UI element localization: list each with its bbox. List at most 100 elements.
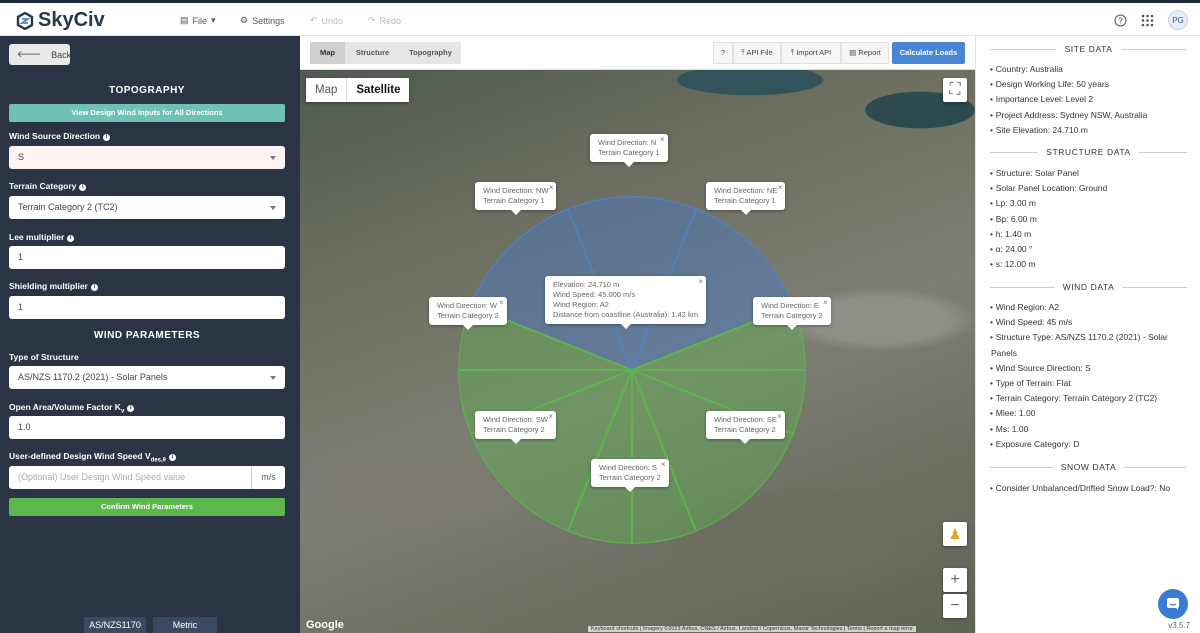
info-icon[interactable]: i	[103, 134, 111, 141]
user-avatar[interactable]: PG	[1168, 10, 1188, 30]
info-icon[interactable]: i	[79, 184, 87, 191]
pegman-icon[interactable]: ♟	[943, 522, 967, 546]
map-type-satellite[interactable]: Satellite	[346, 78, 409, 102]
list-item: Structure Type: AS/NZS 1170.2 (2021) - S…	[990, 330, 1190, 360]
confirm-wind-parameters-button[interactable]: Confirm Wind Parameters	[9, 498, 285, 516]
back-button[interactable]: 🡐 Back	[9, 44, 71, 65]
import-api-button[interactable]: ⤒ Import API	[781, 42, 841, 64]
list-item: Terrain Category: Terrain Category 2 (TC…	[990, 391, 1190, 406]
infowin-se[interactable]: × Wind Direction: SE Terrain Category 2	[706, 411, 785, 444]
left-panel: 🡐 Back TOPOGRAPHY View Design Wind Input…	[0, 36, 300, 633]
tab-topography[interactable]: Topography	[400, 42, 461, 64]
infowin-s[interactable]: × Wind Direction: S Terrain Category 2	[591, 459, 669, 492]
google-logo: Google	[306, 619, 344, 631]
map-attribution[interactable]: Keyboard shortcuts | Imagery ©2023 Airbu…	[588, 626, 916, 632]
list-item: Project Address: Sydney NSW, Australia	[990, 108, 1190, 123]
close-icon[interactable]: ×	[661, 460, 666, 470]
undo-button[interactable]: ↶ Undo	[310, 15, 343, 26]
fullscreen-icon[interactable]: ⛶	[943, 78, 967, 102]
list-item: Wind Region: A2	[990, 300, 1190, 315]
report-button[interactable]: ▤ Report	[841, 42, 889, 64]
close-icon[interactable]: ×	[698, 277, 703, 287]
chat-button[interactable]	[1158, 589, 1188, 619]
infowin-nw[interactable]: × Wind Direction: NW Terrain Category 1	[475, 182, 557, 215]
infowin-w[interactable]: × Wind Direction: W Terrain Category 2	[429, 297, 507, 330]
terrain-category-select[interactable]: Terrain Category 2 (TC2)	[9, 196, 285, 219]
info-icon[interactable]: i	[127, 405, 135, 412]
structure-type-select[interactable]: AS/NZS 1170.2 (2021) - Solar Panels	[9, 366, 285, 389]
list-item: Type of Terrain: Flat	[990, 376, 1190, 391]
close-icon[interactable]: ×	[499, 298, 504, 308]
infowin-center[interactable]: × Elevation: 24.710 m Wind Speed: 45.000 m…	[545, 276, 707, 329]
units-tab[interactable]: Metric	[153, 617, 217, 633]
site-data-title: SITE DATA	[976, 44, 1200, 54]
info-icon[interactable]: i	[90, 284, 98, 291]
wind-parameters-title: WIND PARAMETERS	[93, 330, 201, 341]
document-icon: ▤	[849, 48, 859, 57]
redo-button[interactable]: ↷ Redo	[368, 15, 401, 26]
list-item: Bp: 6.00 m	[990, 212, 1190, 227]
settings-label: Settings	[252, 15, 285, 26]
skyciv-logo[interactable]: SkyCiv	[16, 9, 105, 32]
list-item: Ms: 1.00	[990, 422, 1190, 437]
skyciv-logo-icon	[16, 11, 34, 30]
shielding-multiplier-input[interactable]: 1	[9, 296, 285, 319]
unit-label: m/s	[251, 466, 285, 489]
infowin-sw[interactable]: × Wind Direction: SW Terrain Category 2	[475, 411, 557, 444]
arrow-left-icon: 🡐	[17, 49, 42, 59]
list-item: Importance Level: Level 2	[990, 92, 1190, 107]
zoom-out-icon[interactable]: −	[943, 594, 967, 618]
tab-map[interactable]: Map	[310, 42, 345, 64]
list-item: Exposure Category: D	[990, 437, 1190, 452]
close-icon[interactable]: ×	[548, 412, 553, 422]
design-wind-speed-input[interactable]: (Optional) User Design Wind Speed value m…	[9, 466, 285, 489]
app-name: SkyCiv	[38, 9, 105, 31]
info-icon[interactable]: i	[168, 454, 176, 461]
file-menu[interactable]: ▤ File ▾	[180, 15, 216, 26]
wind-data-list: Wind Region: A2 Wind Speed: 45 m/s Struc…	[990, 300, 1190, 452]
close-icon[interactable]: ×	[660, 135, 665, 145]
undo-icon: ↶	[310, 15, 318, 25]
infowin-n[interactable]: × Wind Direction: N Terrain Category 1	[590, 134, 668, 167]
gear-icon: ⚙	[240, 15, 249, 25]
chat-icon	[1167, 598, 1179, 610]
calculate-loads-button[interactable]: Calculate Loads	[892, 42, 965, 64]
wind-source-direction-select[interactable]: S	[9, 146, 285, 169]
list-item: α: 24.00 °	[990, 242, 1190, 257]
svg-text:?: ?	[1118, 16, 1123, 25]
infowin-e[interactable]: × Wind Direction: E Terrain Category 2	[753, 297, 831, 330]
tab-structure[interactable]: Structure	[345, 42, 400, 64]
close-icon[interactable]: ×	[549, 183, 554, 193]
infowin-ne[interactable]: × Wind Direction: NE Terrain Category 1	[706, 182, 786, 215]
close-icon[interactable]: ×	[777, 412, 782, 422]
top-bar: SkyCiv ▤ File ▾ ⚙ Settings ↶ Undo ↷ Redo…	[0, 0, 1200, 36]
api-file-button[interactable]: ⤒ API File	[733, 42, 781, 64]
file-label: File	[192, 15, 208, 26]
apps-grid-icon[interactable]	[1141, 14, 1154, 27]
map-type-map[interactable]: Map	[306, 78, 346, 102]
settings-menu[interactable]: ⚙ Settings	[240, 15, 285, 26]
open-area-factor-label: Open Area/Volume Factor Kvi	[9, 402, 135, 415]
list-item: s: 12.00 m	[990, 257, 1190, 272]
help-button[interactable]: ?	[713, 42, 733, 64]
open-area-factor-input[interactable]: 1.0	[9, 416, 285, 439]
caret-down-icon	[270, 376, 276, 380]
map-toolbar: Map Structure Topography ? ⤒ API File ⤒ …	[300, 36, 975, 70]
list-item: Consider Unbalanced/Drifted Snow Load?: …	[990, 481, 1190, 496]
lee-multiplier-label: Lee multiplier i	[9, 232, 75, 242]
lee-multiplier-input[interactable]: 1	[9, 246, 285, 269]
caret-down-icon: ▾	[211, 15, 216, 25]
close-icon[interactable]: ×	[778, 183, 783, 193]
code-tab[interactable]: AS/NZS1170	[84, 617, 146, 633]
view-design-inputs-button[interactable]: View Design Wind Inputs for All Directio…	[9, 104, 285, 122]
list-item: h: 1.40 m	[990, 227, 1190, 242]
zoom-in-icon[interactable]: +	[943, 568, 967, 592]
site-data-list: Country: Australia Design Working Life: …	[990, 62, 1190, 138]
structure-data-list: Structure: Solar Panel Solar Panel Locat…	[990, 166, 1190, 273]
list-item: Site Elevation: 24.710 m	[990, 123, 1190, 138]
list-item: Solar Panel Location: Ground	[990, 181, 1190, 196]
info-icon[interactable]: i	[67, 235, 75, 242]
close-icon[interactable]: ×	[823, 298, 828, 308]
help-icon[interactable]: ?	[1114, 14, 1127, 27]
file-icon: ▤	[180, 15, 189, 25]
